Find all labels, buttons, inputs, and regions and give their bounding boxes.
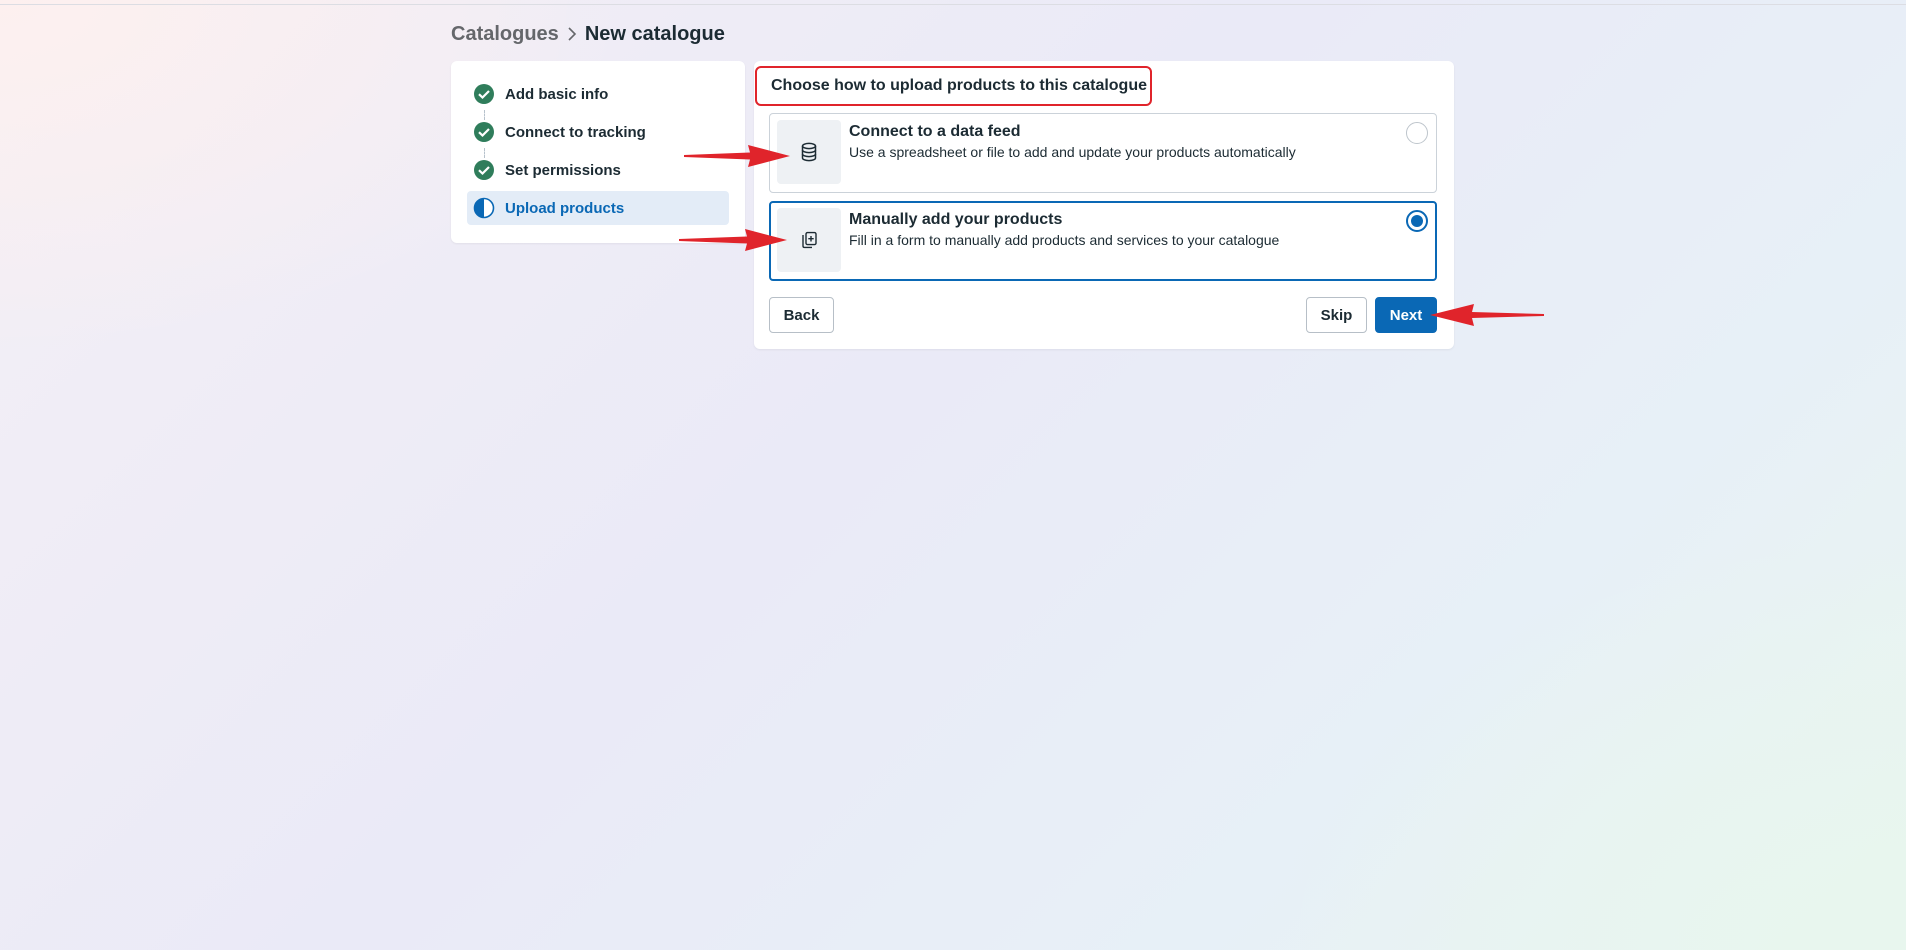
step-label: Upload products	[505, 199, 625, 217]
add-product-icon	[777, 208, 841, 272]
step-connect-to-tracking[interactable]: Connect to tracking	[467, 115, 729, 149]
radio-data-feed[interactable]	[1406, 122, 1428, 144]
step-upload-products[interactable]: Upload products	[467, 191, 729, 225]
panel-title: Choose how to upload products to this ca…	[771, 77, 1147, 94]
title-highlight: Choose how to upload products to this ca…	[755, 66, 1152, 106]
upload-method-panel: Choose how to upload products to this ca…	[754, 61, 1454, 349]
top-divider	[0, 4, 1906, 5]
step-label: Set permissions	[505, 161, 621, 179]
option-title: Manually add your products	[849, 211, 1063, 228]
option-description: Use a spreadsheet or file to add and upd…	[849, 144, 1296, 160]
option-manual-add[interactable]: Manually add your products Fill in a for…	[769, 201, 1437, 281]
breadcrumb-catalogues-link[interactable]: Catalogues	[451, 23, 559, 46]
radio-manual-add[interactable]	[1406, 210, 1428, 232]
step-set-permissions[interactable]: Set permissions	[467, 153, 729, 187]
step-label: Add basic info	[505, 85, 609, 103]
next-button[interactable]: Next	[1375, 297, 1437, 333]
radio-selected-dot	[1411, 215, 1423, 227]
step-label: Connect to tracking	[505, 123, 646, 141]
skip-button[interactable]: Skip	[1306, 297, 1367, 333]
breadcrumb-current: New catalogue	[584, 22, 725, 45]
breadcrumb: Catalogues New catalogue	[451, 20, 725, 48]
option-title: Connect to a data feed	[849, 123, 1021, 140]
steps-panel: Add basic info Connect to tracking Set p…	[451, 61, 745, 243]
option-data-feed[interactable]: Connect to a data feed Use a spreadsheet…	[769, 113, 1437, 193]
chevron-right-icon	[559, 24, 585, 44]
check-circle-icon	[473, 159, 495, 181]
check-circle-icon	[473, 121, 495, 143]
check-circle-icon	[473, 83, 495, 105]
database-icon	[777, 120, 841, 184]
option-description: Fill in a form to manually add products …	[849, 232, 1280, 248]
step-add-basic-info[interactable]: Add basic info	[467, 77, 729, 111]
back-button[interactable]: Back	[769, 297, 834, 333]
half-circle-icon	[473, 197, 495, 219]
